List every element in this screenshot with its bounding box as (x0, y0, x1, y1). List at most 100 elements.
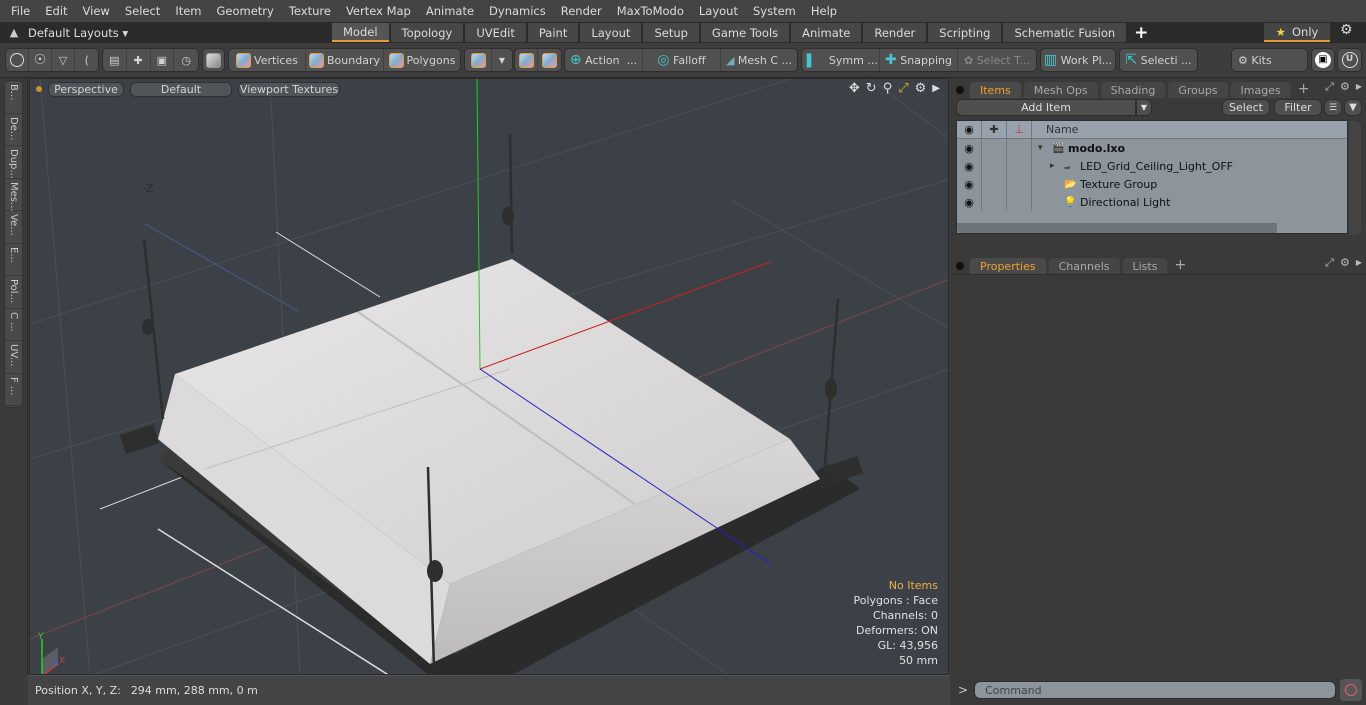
polygons-button[interactable]: Polygons (384, 49, 460, 71)
left-tab[interactable]: Pol... (5, 276, 22, 309)
left-tab[interactable]: B... (5, 81, 22, 114)
select-circle-button[interactable] (6, 49, 29, 71)
3d-viewport[interactable]: -Z Y X Z Perspective Default Viewport Te… (29, 78, 949, 675)
left-tab[interactable]: De... (5, 114, 22, 146)
rotate-view-icon[interactable]: ↻ (866, 81, 877, 96)
layout-tab-setup[interactable]: Setup (643, 23, 699, 42)
panel-menu-dot[interactable] (956, 262, 964, 270)
select-globe-button[interactable]: ☉ (29, 49, 52, 71)
list-item[interactable]: ◉ ▸ ⨼ LED_Grid_Ceiling_Light_OFF (957, 157, 1347, 175)
add-tab-button[interactable]: + (1174, 257, 1186, 273)
menu-texture[interactable]: Texture (278, 4, 331, 18)
visibility-toggle[interactable]: ◉ (957, 157, 982, 175)
maximize-view-icon[interactable]: ⤢ (898, 81, 908, 96)
tab-channels[interactable]: Channels (1048, 258, 1120, 274)
menu-select[interactable]: Select (114, 4, 160, 18)
kits-button[interactable]: ⚙ Kits (1232, 49, 1307, 71)
tab-lists[interactable]: Lists (1122, 258, 1168, 274)
layout-tab-model[interactable]: Model (332, 23, 389, 42)
falloff-button[interactable]: ◎ Falloff (643, 49, 721, 71)
layout-tab-layout[interactable]: Layout (580, 23, 642, 42)
menu-render[interactable]: Render (550, 4, 602, 18)
expand-arrow-icon[interactable]: ▸ (1050, 161, 1064, 171)
tab-images[interactable]: Images (1230, 82, 1291, 98)
snapping-button[interactable]: ✚ Snapping (880, 49, 958, 71)
action-button[interactable]: ⊕ Action ... (565, 49, 643, 71)
item-mode-dropdown[interactable]: ▼ (492, 49, 512, 71)
item-mode-button[interactable] (465, 49, 492, 71)
layout-tab-schematic-fusion[interactable]: Schematic Fusion (1003, 23, 1127, 42)
left-tab[interactable]: UV... (5, 341, 22, 374)
menu-view[interactable]: View (72, 4, 110, 18)
vertices-button[interactable]: Vertices (229, 49, 306, 71)
cross-button[interactable]: ✚ (127, 49, 151, 71)
expand-panel-icon[interactable]: ⤢ (1325, 256, 1334, 270)
menu-item[interactable]: Item (164, 4, 201, 18)
only-button[interactable]: ★ Only (1264, 23, 1330, 42)
left-tab[interactable]: E... (5, 244, 22, 276)
list-options-button[interactable]: ☰ (1324, 99, 1342, 116)
lock-toggle[interactable] (982, 193, 1007, 211)
panel-gear-icon[interactable]: ⚙ (1340, 80, 1350, 94)
add-tab-button[interactable]: + (1298, 81, 1310, 97)
menu-edit[interactable]: Edit (34, 4, 67, 18)
add-item-dropdown[interactable]: ▼ (1136, 99, 1152, 116)
pivot-button[interactable] (538, 49, 561, 71)
horizontal-scrollbar[interactable] (957, 223, 1277, 233)
gear-icon[interactable]: ⚙ (1340, 22, 1353, 38)
select-lasso-button[interactable]: ▽ (52, 49, 75, 71)
menu-dynamics[interactable]: Dynamics (478, 4, 546, 18)
command-input[interactable]: Command (974, 681, 1337, 699)
list-item[interactable]: ◉ 💡 Directional Light (957, 193, 1347, 211)
work-plane-button[interactable]: ▥ Work Pl... (1041, 49, 1115, 71)
zoom-view-icon[interactable]: ⚲ (883, 81, 893, 96)
menu-layout[interactable]: Layout (688, 4, 738, 18)
menu-help[interactable]: Help (800, 4, 837, 18)
panel-menu-dot[interactable] (956, 86, 964, 94)
layout-tab-paint[interactable]: Paint (527, 23, 579, 42)
expand-arrow-icon[interactable]: ▾ (1038, 143, 1052, 153)
lock-toggle[interactable] (982, 157, 1007, 175)
unity-button[interactable]: ▣ (1312, 49, 1334, 71)
unreal-button[interactable]: U (1338, 49, 1361, 71)
layout-select[interactable]: Default Layouts ▾ (28, 26, 324, 40)
viewport-more-icon[interactable]: ▶ (932, 81, 940, 96)
name-column-header[interactable]: Name (1032, 123, 1078, 136)
select-path-button[interactable]: ⟨ (75, 49, 98, 71)
boundary-button[interactable]: Boundary (306, 49, 384, 71)
visibility-toggle[interactable]: ◉ (957, 139, 982, 157)
list-item[interactable]: ◉ ▾ 🎬 modo.lxo (957, 139, 1347, 157)
center-button[interactable] (515, 49, 538, 71)
mesh-constraint-button[interactable]: ◢ Mesh C ... (721, 49, 797, 71)
menu-vertex-map[interactable]: Vertex Map (335, 4, 411, 18)
layout-tab-topology[interactable]: Topology (390, 23, 464, 42)
lock-toggle[interactable] (982, 175, 1007, 193)
filter-button[interactable]: Filter (1274, 99, 1322, 116)
move-view-icon[interactable]: ✥ (849, 81, 860, 96)
menu-maxtomodo[interactable]: MaxToModo (606, 4, 684, 18)
list-item[interactable]: ◉ 📂 Texture Group (957, 175, 1347, 193)
tab-mesh-ops[interactable]: Mesh Ops (1023, 82, 1098, 98)
left-tab[interactable]: Ve... (5, 211, 22, 244)
lock-column[interactable]: ✚ (982, 121, 1007, 138)
menu-system[interactable]: System (742, 4, 796, 18)
scene-canvas[interactable]: -Z Y X Z (30, 79, 949, 675)
view-mode-button[interactable]: Perspective (48, 81, 124, 97)
left-tab[interactable]: C ... (5, 309, 22, 341)
add-item-button[interactable]: Add Item (956, 99, 1136, 116)
layout-tab-render[interactable]: Render (863, 23, 927, 42)
add-layout-tab-button[interactable]: + (1134, 23, 1148, 43)
select-through-button[interactable]: ✿ Select T... (958, 49, 1036, 71)
menu-geometry[interactable]: Geometry (206, 4, 274, 18)
vertical-scrollbar[interactable] (1349, 121, 1361, 235)
visibility-toggle[interactable]: ◉ (957, 193, 982, 211)
visibility-column[interactable]: ◉ (957, 121, 982, 138)
tab-shading[interactable]: Shading (1100, 82, 1166, 98)
tab-properties[interactable]: Properties (970, 258, 1046, 274)
menu-animate[interactable]: Animate (415, 4, 474, 18)
select-button[interactable]: Select (1222, 99, 1270, 116)
dial-button[interactable]: ◷ (174, 49, 198, 71)
layout-tab-uvedit[interactable]: UVEdit (465, 23, 526, 42)
align-button[interactable]: ▤ (103, 49, 127, 71)
left-tab[interactable]: Mes... (5, 179, 22, 211)
